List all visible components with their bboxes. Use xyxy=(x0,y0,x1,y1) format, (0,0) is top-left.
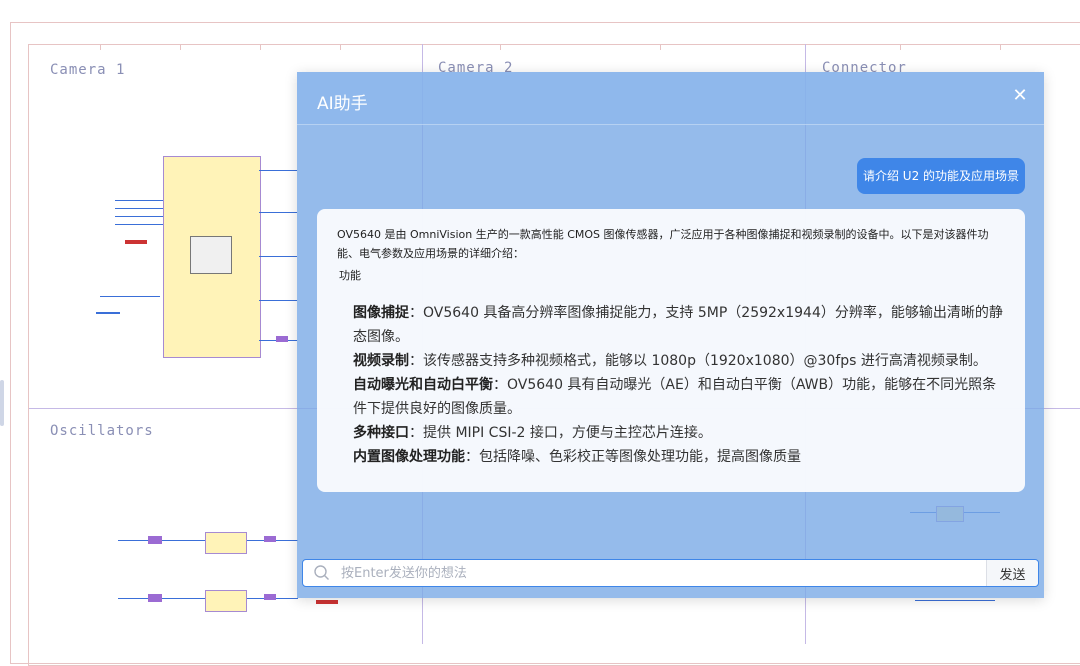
wire xyxy=(915,600,995,601)
resistor-symbol xyxy=(264,536,276,542)
feature-title: 自动曝光和自动白平衡 xyxy=(353,377,493,393)
resistor-symbol xyxy=(264,594,276,600)
capacitor-symbol xyxy=(96,312,120,314)
wire xyxy=(259,256,297,257)
wire xyxy=(115,216,163,217)
ruler-tick xyxy=(660,44,661,50)
chat-input-bar: 发送 xyxy=(302,559,1039,587)
chip-u2-sensor-window xyxy=(190,236,232,274)
ruler-tick xyxy=(180,44,181,50)
ruler-tick xyxy=(500,44,501,50)
wire xyxy=(115,224,163,225)
feature-title: 多种接口 xyxy=(353,425,409,441)
ruler-tick xyxy=(1000,44,1001,50)
feature-title: 图像捕捉 xyxy=(353,305,409,321)
wire xyxy=(115,208,163,209)
list-item: 图像捕捉：OV5640 具备高分辨率图像捕捉能力，支持 5MP（2592x194… xyxy=(353,301,1005,349)
section-heading: 功能 xyxy=(339,269,361,282)
ai-assistant-dialog: AI助手 ✕ 请介绍 U2 的功能及应用场景 OV5640 是由 OmniVis… xyxy=(297,72,1044,598)
wire xyxy=(259,300,297,301)
feature-text: ：提供 MIPI CSI-2 接口，方便与主控芯片连接。 xyxy=(409,425,712,441)
wire xyxy=(115,200,163,201)
dialog-header: AI助手 ✕ xyxy=(297,72,1044,125)
feature-title: 内置图像处理功能 xyxy=(353,449,465,465)
oscillator-chip[interactable] xyxy=(205,532,247,554)
net-label xyxy=(125,240,147,244)
ruler-tick xyxy=(340,44,341,50)
wire xyxy=(259,170,297,171)
list-item: 内置图像处理功能：包括降噪、色彩校正等图像处理功能，提高图像质量 xyxy=(353,445,1005,469)
resistor-symbol xyxy=(276,336,288,342)
send-button[interactable]: 发送 xyxy=(986,560,1038,586)
ruler-tick xyxy=(900,44,901,50)
inductor-symbol xyxy=(148,536,162,544)
wire xyxy=(259,212,297,213)
ruler-tick xyxy=(260,44,261,50)
chat-input[interactable] xyxy=(339,562,963,584)
user-message-bubble: 请介绍 U2 的功能及应用场景 xyxy=(857,158,1025,194)
dialog-title: AI助手 xyxy=(317,94,368,114)
feature-list: 图像捕捉：OV5640 具备高分辨率图像捕捉能力，支持 5MP（2592x194… xyxy=(353,301,1005,469)
region-label-oscillators: Oscillators xyxy=(50,423,154,439)
wire xyxy=(100,296,160,297)
list-item: 视频录制：该传感器支持多种视频格式，能够以 1080p（1920x1080）@3… xyxy=(353,349,1005,373)
oscillator-chip[interactable] xyxy=(205,590,247,612)
ruler-tick xyxy=(100,44,101,50)
ai-response-bubble: OV5640 是由 OmniVision 生产的一款高性能 CMOS 图像传感器… xyxy=(317,209,1025,492)
feature-text: ：OV5640 具备高分辨率图像捕捉能力，支持 5MP（2592x1944）分辨… xyxy=(353,305,1003,345)
list-item: 多种接口：提供 MIPI CSI-2 接口，方便与主控芯片连接。 xyxy=(353,421,1005,445)
inductor-symbol xyxy=(148,594,162,602)
ai-response-intro: OV5640 是由 OmniVision 生产的一款高性能 CMOS 图像传感器… xyxy=(337,228,989,260)
feature-text: ：包括降噪、色彩校正等图像处理功能，提高图像质量 xyxy=(465,449,801,465)
feature-text: ：该传感器支持多种视频格式，能够以 1080p（1920x1080）@30fps… xyxy=(409,353,987,369)
side-drag-handle[interactable] xyxy=(0,380,4,426)
region-label-camera-1: Camera 1 xyxy=(50,62,126,78)
feature-title: 视频录制 xyxy=(353,353,409,369)
list-item: 自动曝光和自动白平衡：OV5640 具有自动曝光（AE）和自动白平衡（AWB）功… xyxy=(353,373,1005,421)
search-icon xyxy=(314,565,329,580)
close-icon[interactable]: ✕ xyxy=(1010,86,1030,106)
net-label xyxy=(316,600,338,604)
